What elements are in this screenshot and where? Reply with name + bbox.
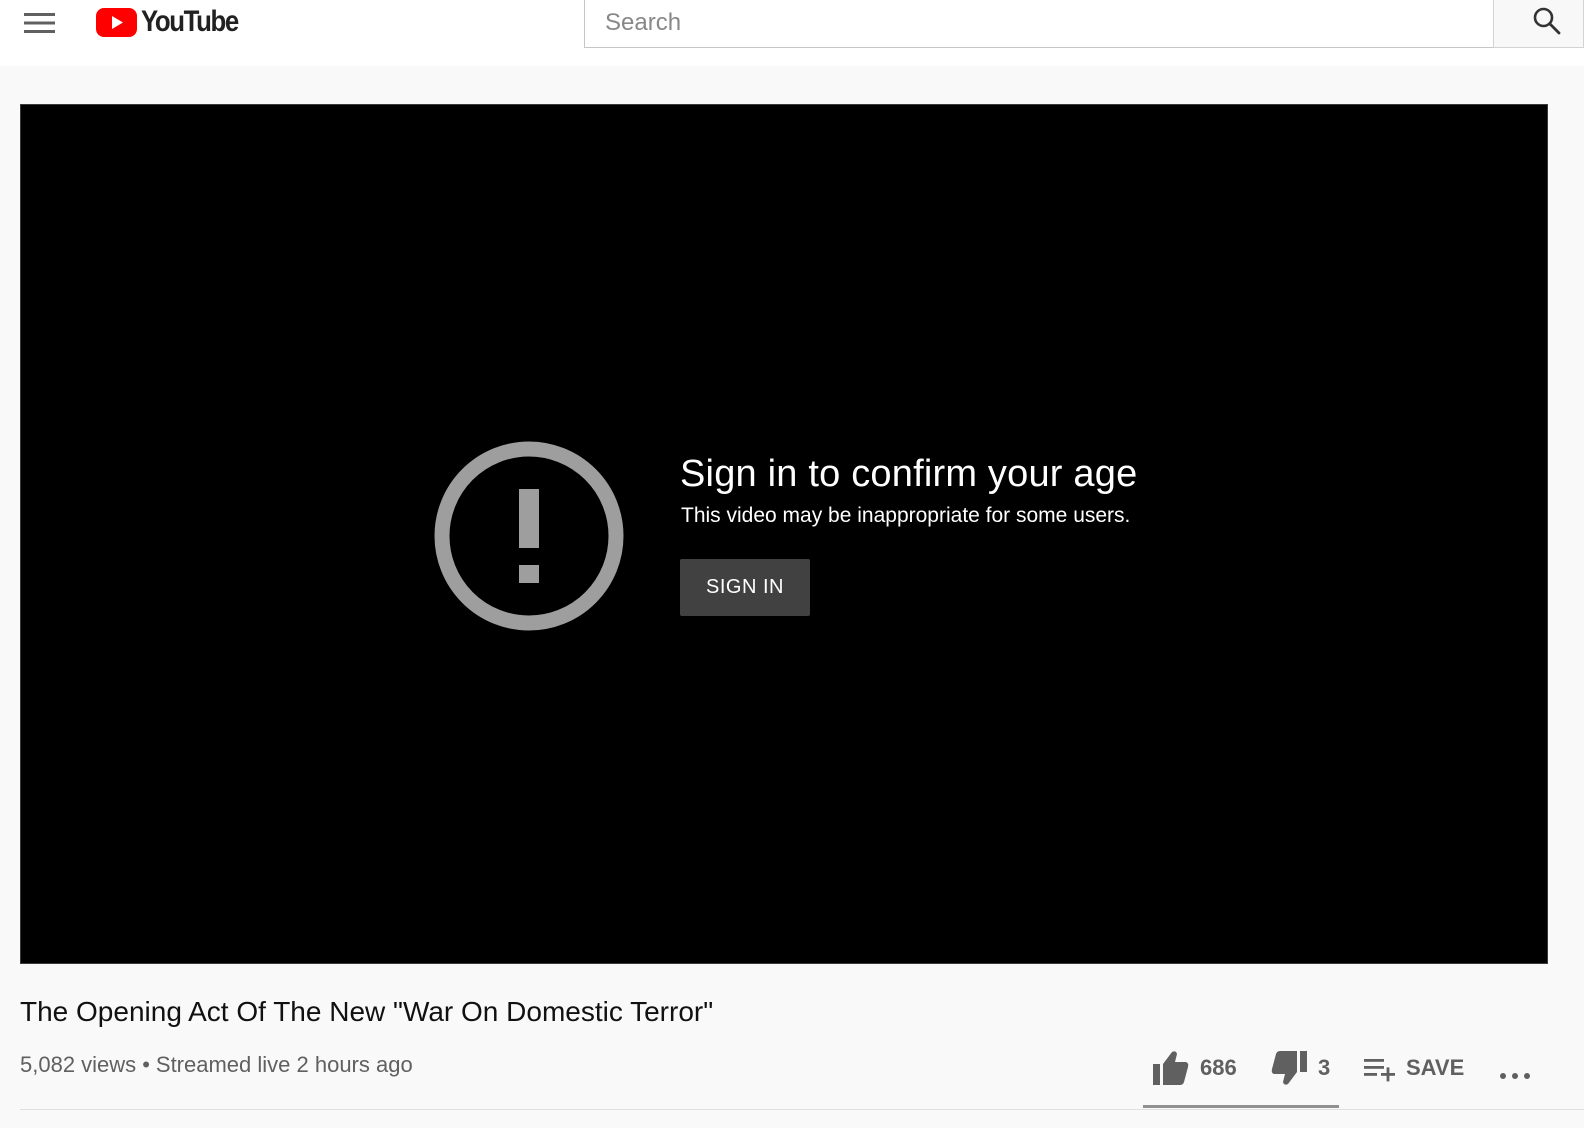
search-button[interactable] (1493, 0, 1584, 48)
search-icon (1533, 7, 1561, 35)
exclamation-circle-icon (434, 441, 624, 631)
more-actions-button[interactable] (1498, 1054, 1532, 1098)
thumbs-down-icon (1271, 1051, 1307, 1085)
sentiment-bar (1143, 1105, 1339, 1108)
dislike-button[interactable]: 3 (1270, 1046, 1330, 1090)
masthead: YouTube (0, 0, 1584, 66)
like-button[interactable]: 686 (1152, 1046, 1237, 1090)
divider (20, 1109, 1584, 1110)
playlist-add-icon (1364, 1059, 1395, 1082)
view-count: 5,082 views (20, 1052, 137, 1077)
video-player[interactable]: Sign in to confirm your age This video m… (20, 104, 1548, 964)
video-meta: 5,082 views • Streamed live 2 hours ago (20, 1052, 413, 1078)
hamburger-menu-icon[interactable] (24, 12, 56, 34)
sign-in-button[interactable]: SIGN IN (680, 559, 810, 616)
age-gate-subtitle: This video may be inappropriate for some… (681, 504, 1131, 527)
logo-wordmark: YouTube (141, 5, 239, 38)
dislike-count: 3 (1318, 1055, 1331, 1080)
youtube-logo-icon (96, 7, 137, 37)
thumbs-up-icon (1153, 1051, 1189, 1085)
video-title: The Opening Act Of The New "War On Domes… (20, 996, 714, 1027)
search-input[interactable] (584, 0, 1494, 48)
stream-date: Streamed live 2 hours ago (155, 1052, 413, 1077)
meta-separator: • (142, 1052, 150, 1077)
save-button[interactable]: SAVE (1362, 1046, 1464, 1090)
save-label: SAVE (1406, 1055, 1465, 1080)
youtube-logo[interactable]: YouTube (96, 6, 254, 38)
like-count: 686 (1200, 1055, 1237, 1080)
age-gate-title: Sign in to confirm your age (680, 453, 1138, 495)
more-horizontal-icon (1500, 1073, 1530, 1079)
